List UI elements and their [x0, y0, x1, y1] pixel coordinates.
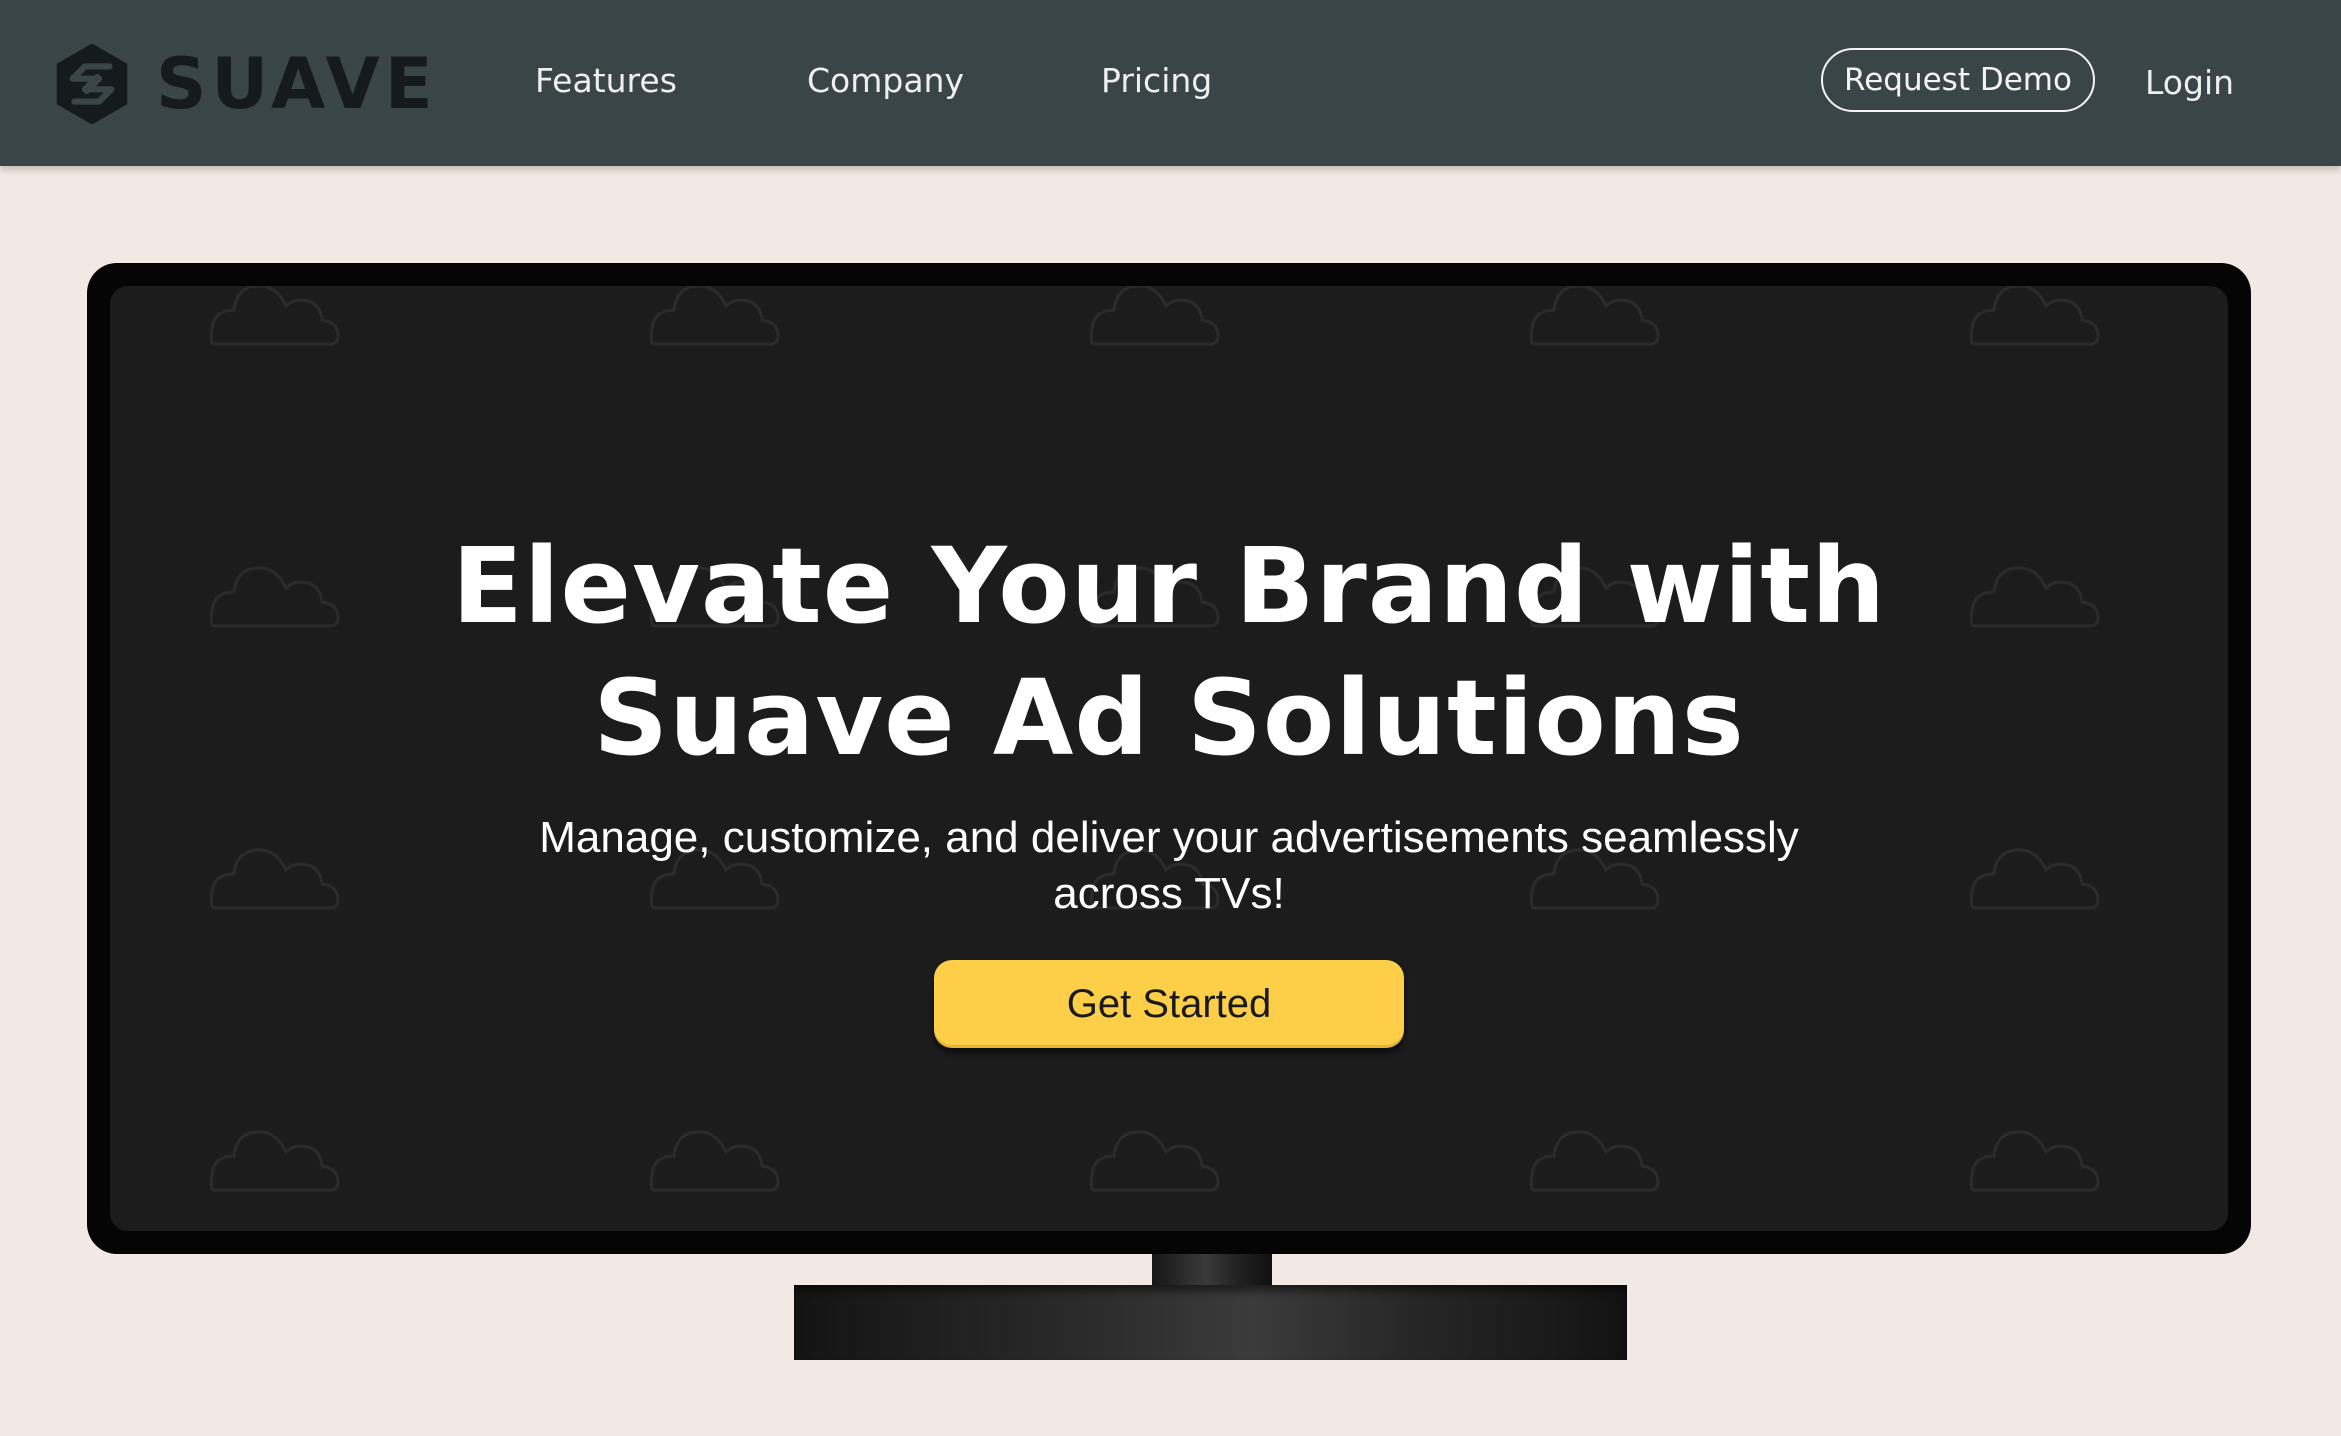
- cloud-icon: [209, 848, 340, 910]
- cloud-icon: [1969, 1130, 2100, 1192]
- hero-screen: Elevate Your Brand with Suave Ad Solutio…: [110, 286, 2228, 1231]
- tv-frame: Elevate Your Brand with Suave Ad Solutio…: [87, 263, 2251, 1254]
- hero-subtitle-line-1: Manage, customize, and deliver your adve…: [539, 813, 1799, 862]
- brand-logo[interactable]: SUAVE: [48, 38, 438, 130]
- cloud-icon: [1529, 286, 1660, 346]
- cloud-icon: [1089, 1130, 1220, 1192]
- hero-title-line-2: Suave Ad Solutions: [593, 656, 1745, 779]
- cloud-icon: [649, 286, 780, 346]
- cloud-icon: [649, 1130, 780, 1192]
- cloud-icon: [1969, 286, 2100, 346]
- request-demo-button[interactable]: Request Demo: [1821, 48, 2095, 112]
- login-link[interactable]: Login: [2145, 58, 2234, 108]
- nav-link-company[interactable]: Company: [807, 56, 964, 106]
- nav-link-features[interactable]: Features: [535, 56, 677, 106]
- cloud-icon: [1969, 848, 2100, 910]
- cloud-icon: [1529, 1130, 1660, 1192]
- hero-title-line-1: Elevate Your Brand with: [451, 524, 1887, 647]
- brand-name: SUAVE: [156, 43, 438, 125]
- hero-title: Elevate Your Brand with Suave Ad Solutio…: [110, 520, 2228, 784]
- hexagon-s-logo-icon: [56, 43, 128, 125]
- top-navbar: SUAVE Features Company Pricing Request D…: [0, 0, 2341, 166]
- cloud-icon: [1089, 286, 1220, 346]
- hero-subtitle: Manage, customize, and deliver your adve…: [419, 810, 1919, 922]
- get-started-button[interactable]: Get Started: [934, 960, 1404, 1048]
- nav-link-pricing[interactable]: Pricing: [1101, 56, 1212, 106]
- tv-stand-base: [794, 1285, 1627, 1360]
- cloud-icon: [209, 286, 340, 346]
- cloud-icon: [209, 1130, 340, 1192]
- hero-subtitle-line-2: across TVs!: [1053, 869, 1285, 918]
